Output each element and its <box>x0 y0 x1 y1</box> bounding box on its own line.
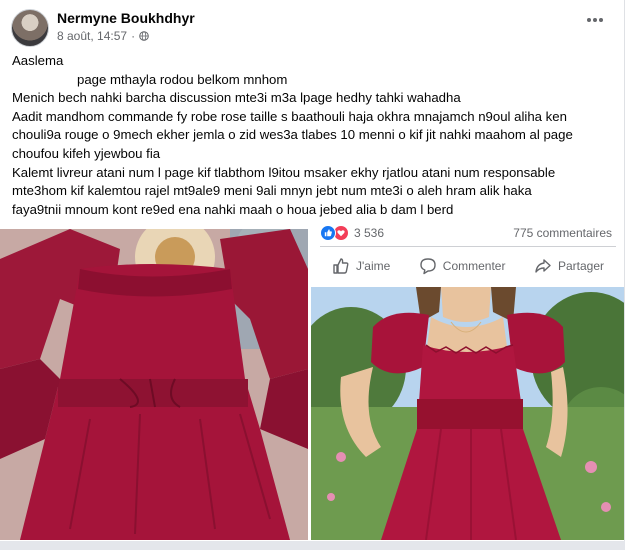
next-post-preview <box>0 541 625 550</box>
post-card: Nermyne Boukhdhyr 8 août, 14:57 · Aaslem… <box>0 0 625 550</box>
share-button[interactable]: Partager <box>522 252 616 280</box>
action-bar: J'aime Commenter Partager <box>320 252 616 280</box>
thumbs-up-icon <box>333 258 349 274</box>
more-options-icon[interactable] <box>582 10 608 30</box>
post-line: chouli9a rouge o 9mech ekher jemla o zid… <box>12 127 573 143</box>
comment-button[interactable]: Commenter <box>407 252 518 280</box>
share-label: Partager <box>557 259 604 273</box>
post-line: Menich bech nahki barcha discussion mte3… <box>12 90 461 106</box>
like-button[interactable]: J'aime <box>320 252 402 280</box>
reactions-summary[interactable]: 3 536 <box>320 224 384 242</box>
author-name[interactable]: Nermyne Boukhdhyr <box>57 10 195 26</box>
comments-count[interactable]: 775 commentaires <box>513 226 612 240</box>
advertised-dress-photo[interactable] <box>311 287 624 540</box>
received-dress-photo[interactable] <box>0 229 308 540</box>
share-arrow-icon <box>535 259 551 273</box>
post-line: page mthayla rodou belkom mnhom <box>77 71 288 87</box>
reaction-count: 3 536 <box>354 226 385 240</box>
like-reaction-icon <box>320 225 336 241</box>
post-meta: 8 août, 14:57 · <box>57 29 149 43</box>
post-line: Aaslema <box>12 53 64 68</box>
like-label: J'aime <box>356 259 391 273</box>
globe-icon <box>139 31 149 41</box>
post-line: mte3hom kif kalemtou rajel mt9ale9 meni … <box>12 183 532 199</box>
post-body: Aaslema page mthayla rodou belkom mnhom … <box>12 52 612 219</box>
comment-label: Commenter <box>442 259 506 273</box>
post-line: faya9tnii mnoum kont re9ed ena nahki maa… <box>12 201 454 217</box>
post-line: Kalemt livreur atani num l page kif tlab… <box>12 164 556 180</box>
meta-separator: · <box>131 29 136 43</box>
post-line: Aadit mandhom commande fy robe rose tail… <box>12 108 567 124</box>
post-timestamp[interactable]: 8 août, 14:57 <box>57 29 127 43</box>
actions-divider <box>320 246 616 247</box>
avatar[interactable] <box>11 9 49 47</box>
post-line: choufou kifeh yjewbou fia <box>12 145 161 161</box>
comment-bubble-icon <box>420 258 436 275</box>
